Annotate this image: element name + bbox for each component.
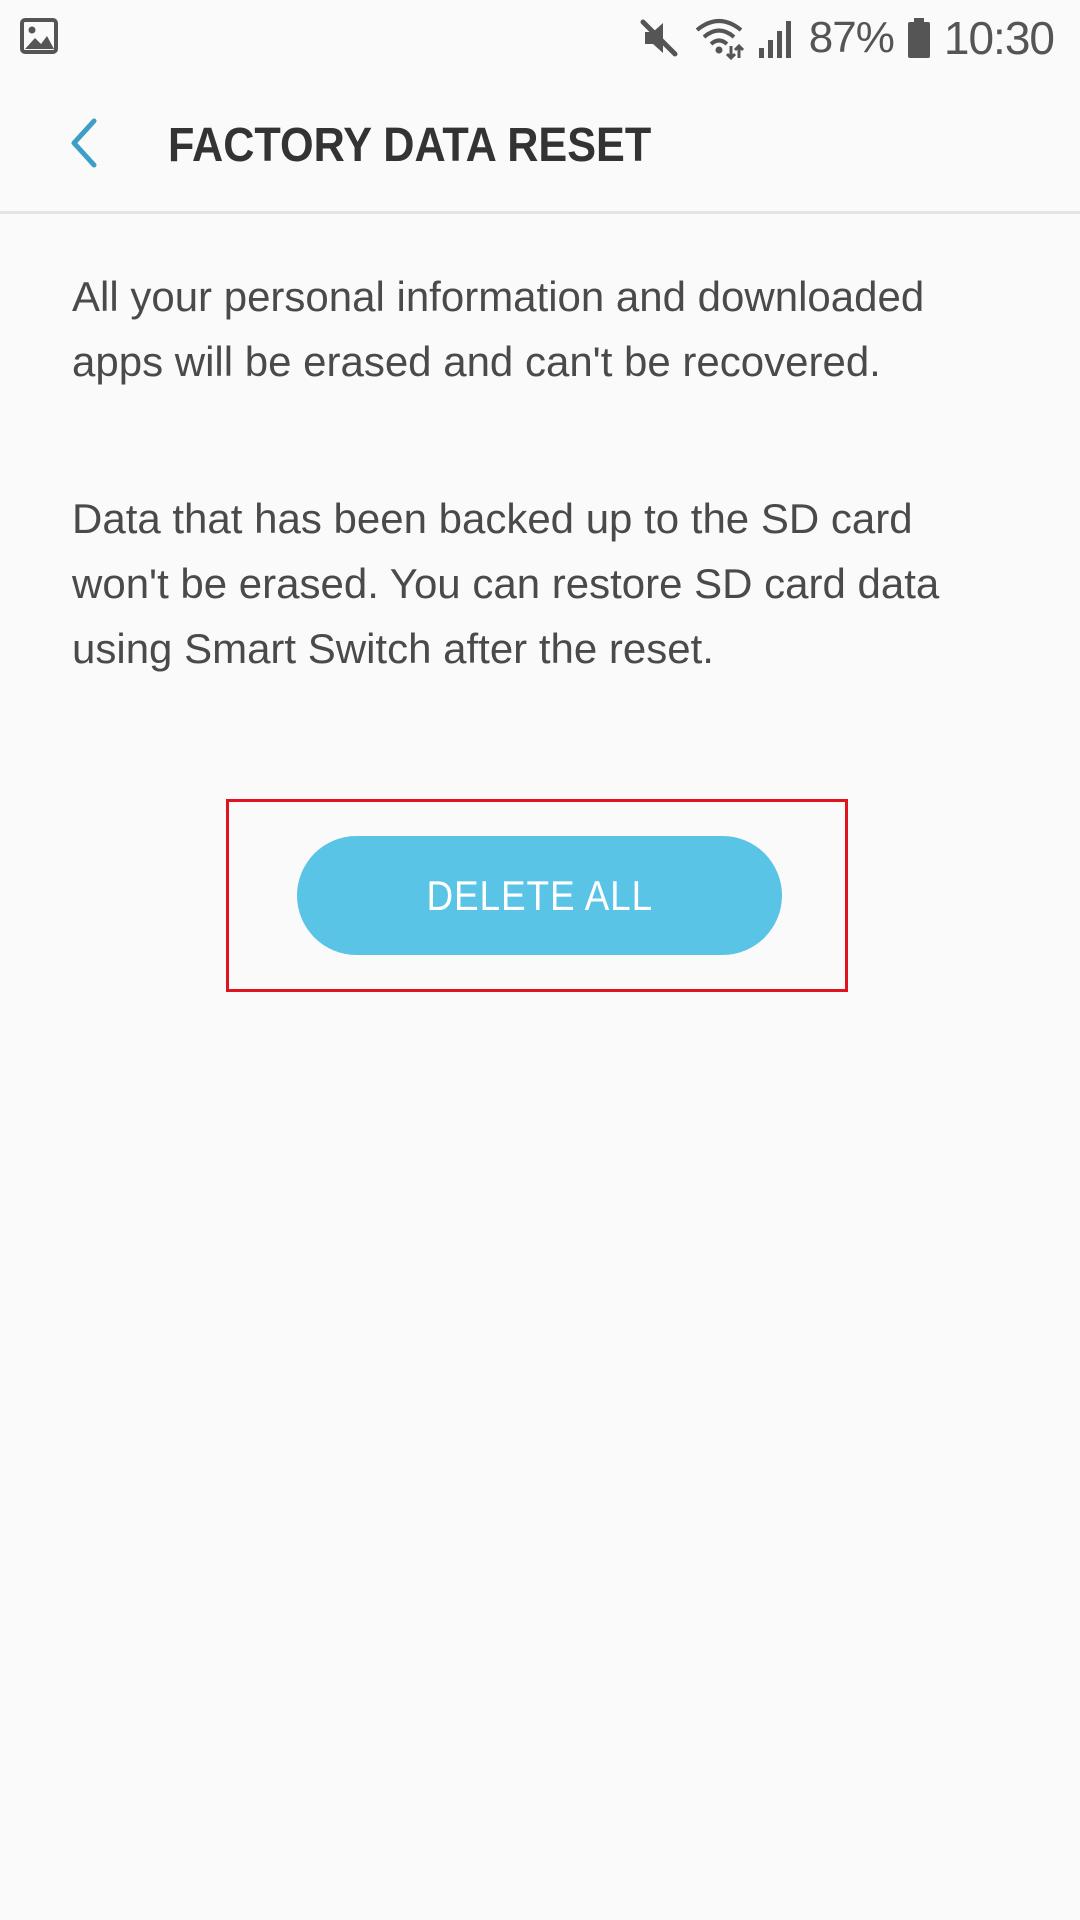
battery-icon <box>907 18 930 58</box>
chevron-left-icon <box>71 118 97 168</box>
signal-icon <box>758 21 791 58</box>
app-bar: FACTORY DATA RESET <box>0 74 1080 214</box>
clock: 10:30 <box>943 12 1055 64</box>
delete-all-button[interactable]: DELETE ALL <box>297 836 782 955</box>
delete-all-label: DELETE ALL <box>426 871 653 919</box>
status-icons: 87% 10:30 <box>637 6 1055 70</box>
battery-percent: 87% <box>808 13 895 62</box>
mute-icon <box>640 19 678 57</box>
back-button[interactable] <box>52 108 116 178</box>
sd-card-info-text: Data that has been backed up to the SD c… <box>72 495 940 672</box>
wifi-icon <box>695 19 744 60</box>
erase-warning-text: All your personal information and downlo… <box>72 273 925 385</box>
page-title: FACTORY DATA RESET <box>168 119 652 172</box>
gallery-icon <box>20 18 58 54</box>
status-bar: 87% 10:30 <box>0 0 1080 74</box>
